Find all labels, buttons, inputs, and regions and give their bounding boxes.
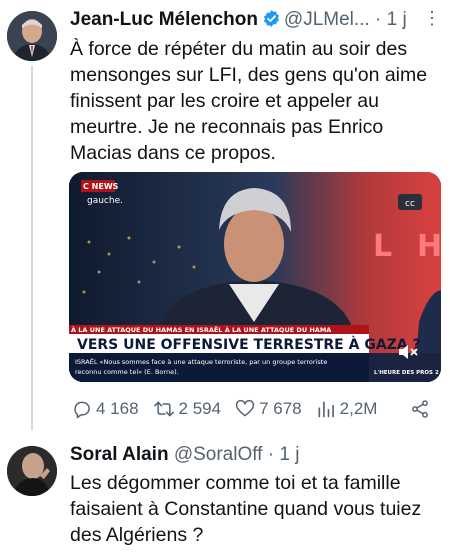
reply-icon: [74, 401, 90, 419]
avatar[interactable]: [7, 446, 57, 496]
timestamp[interactable]: 1 j: [387, 9, 407, 30]
more-options-icon[interactable]: ⋮: [423, 8, 441, 29]
reply-count: 4 168: [96, 399, 139, 418]
share-button[interactable]: [410, 399, 434, 419]
avatar[interactable]: [7, 11, 57, 61]
heart-icon: [236, 399, 255, 417]
closed-captions-button[interactable]: cc: [405, 199, 415, 209]
retweet-icon: [153, 401, 174, 417]
tweet-text: À force de répéter du matin au soir des …: [70, 38, 428, 164]
tweet-text: Les dégommer comme toi et ta famille fai…: [70, 472, 422, 546]
author-name[interactable]: Jean-Luc Mélenchon: [70, 9, 258, 30]
tweet-header: Soral Alain @SoralOff · 1 j: [70, 443, 440, 467]
views-count: 2,2M: [339, 399, 378, 418]
reply-button[interactable]: 4 168: [72, 399, 139, 419]
channel-logo: C NEWS: [83, 182, 119, 191]
tweet-actions: 4 168 2 594 7 678 2,2M: [72, 397, 442, 421]
separator-dot: ·: [267, 444, 275, 465]
retweet-count: 2 594: [178, 399, 222, 418]
timestamp[interactable]: 1 j: [279, 444, 299, 465]
show-badge: L'HEURE DES PROS 2: [374, 370, 439, 376]
like-button[interactable]: 7 678: [235, 399, 302, 419]
tweet-media-video[interactable]: L H C NEWS gauche. cc À LA UNE ATTAQUE D…: [69, 172, 441, 382]
subtitle-line: ISRAËL «Nous sommes face à une attaque t…: [75, 357, 327, 366]
studio-letter: H: [417, 229, 441, 264]
author-name[interactable]: Soral Alain: [70, 444, 169, 465]
subtitle-line: reconnu comme tel» (E. Borne).: [75, 368, 179, 376]
headline-banner: VERS UNE OFFENSIVE TERRESTRE À GAZA ?: [77, 336, 421, 353]
verified-badge-icon: [262, 9, 281, 35]
share-icon: [412, 400, 428, 418]
tweet-melenchon[interactable]: Jean-Luc Mélenchon @JLMel... · 1 j ⋮ À fo…: [0, 0, 450, 430]
news-ticker: À LA UNE ATTAQUE DU HAMAS EN ISRAËL À LA…: [71, 325, 331, 334]
like-count: 7 678: [259, 399, 302, 418]
views-button[interactable]: 2,2M: [316, 399, 378, 419]
author-handle[interactable]: @SoralOff: [174, 444, 263, 465]
separator-dot: ·: [375, 9, 382, 30]
studio-letter: L: [373, 229, 392, 264]
corner-tag: gauche.: [87, 196, 123, 206]
views-chart-icon: [318, 401, 334, 418]
thread-line: [31, 66, 33, 430]
retweet-button[interactable]: 2 594: [153, 399, 222, 419]
tweet-header: Jean-Luc Mélenchon @JLMel... · 1 j: [70, 8, 440, 32]
author-handle[interactable]: @JLMel...: [284, 9, 370, 30]
